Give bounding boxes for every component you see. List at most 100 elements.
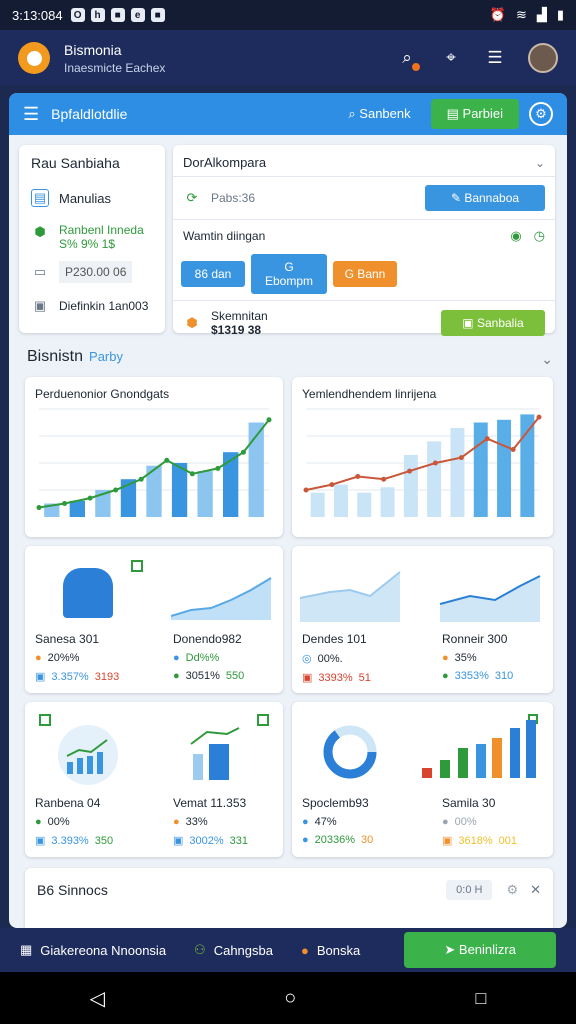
row-value: $1319 38 (211, 323, 262, 337)
dot-icon: ● (442, 670, 449, 682)
gear-icon[interactable]: ⚙ (506, 882, 518, 898)
list-item[interactable]: ⬢ Ranbenl Inneda S% 9% 1$ (31, 223, 153, 251)
system-nav: ◁ ○ □ (0, 972, 576, 1024)
chart-bar (171, 463, 188, 517)
kpi-value: 20336% (314, 834, 356, 846)
back-icon[interactable]: ◁ (90, 986, 105, 1011)
kpi-name: Dendes 101 (302, 632, 367, 646)
chart-bar (403, 454, 418, 517)
chart-card: Yemlendhendem linrijena (292, 377, 553, 537)
filter-button-label: 0:0 (456, 884, 472, 896)
location-icon[interactable]: ⌖ (440, 47, 462, 69)
search-button[interactable]: ⌕ Sanbenk (348, 106, 410, 122)
leaf-icon: ● (173, 670, 180, 682)
chart-point (381, 476, 387, 482)
list-item[interactable]: ▤ Manulias (31, 189, 153, 207)
refresh-icon: ⟳ (186, 190, 198, 205)
wifi-icon: ≋ (515, 7, 527, 22)
chart-bar (333, 484, 348, 517)
flag-icon (39, 714, 51, 726)
dot-icon: ● (35, 816, 42, 828)
recents-icon[interactable]: □ (475, 988, 486, 1009)
kpi-value: 3.393% (51, 834, 89, 847)
kpi-percent: Dd%% (185, 652, 220, 664)
kpi-value: 3051% (185, 670, 220, 682)
close-icon[interactable]: ✕ (530, 882, 541, 898)
document-icon: ▤ (31, 189, 49, 207)
bar-thumb (422, 720, 536, 778)
cta-button[interactable]: ➤ Beninlizra (404, 932, 556, 968)
dot-icon: ● (302, 834, 309, 846)
chip-button[interactable]: 86 dan (181, 261, 245, 287)
avatar[interactable] (528, 43, 558, 73)
kpi-card[interactable]: Dendes 101 ◎ 00%. ▣ 3393% 51 Ronneir 300 ● 3… (292, 546, 553, 693)
gauge-thumb (58, 725, 118, 785)
search-icon[interactable]: ⌕ (396, 47, 420, 71)
chart-point (87, 495, 93, 501)
confirm-button-label: Sanbalia (476, 316, 524, 330)
kpi-amount: 30 (361, 834, 374, 846)
confirm-button[interactable]: ▣ Sanbalia (441, 310, 545, 336)
chart-point (215, 465, 221, 471)
kpi-percent: 20%% (47, 652, 80, 664)
kpi-name: Ranbena 04 (35, 796, 101, 810)
chart-bar (223, 452, 239, 517)
kpi-percent: 33% (185, 816, 208, 828)
dot-icon: ● (35, 652, 42, 664)
nav-item[interactable]: ● Bonska (301, 943, 360, 958)
dot-icon: ● (173, 816, 180, 828)
home-icon[interactable]: ○ (284, 987, 296, 1010)
kpi-card[interactable]: Spoclemb93 ● 47% ● 20336% 30 Samila 30 ● 00%… (292, 702, 553, 857)
bottom-nav: ▦ Giakereona Nnoonsia ⚇ Cahngsba ● Bonska ➤… (0, 928, 576, 972)
list-item-label: Ranbenl Inneda (59, 223, 144, 237)
list-item[interactable]: ▣ Diefinkin 1an003 (31, 297, 153, 315)
action-button-label: Bannaboa (464, 191, 520, 205)
chart-point (266, 417, 272, 423)
chevron-icon[interactable]: ⌄ (535, 156, 545, 170)
list-item[interactable]: ▭ P230.00 06 (31, 261, 153, 283)
menu-icon[interactable]: ☰ (484, 47, 506, 69)
nav-item[interactable]: ▦ Giakereona Nnoonsia (20, 942, 166, 958)
kpi-card[interactable]: Ranbena 04 ● 00% ▣ 3.393% 350 Vemat 11.353 … (25, 702, 283, 857)
section-tag: Parby (89, 349, 123, 364)
chart-point (536, 414, 542, 420)
area-thumb (300, 571, 401, 622)
kpi-amount: 331 (229, 834, 249, 847)
primary-button[interactable]: ▤ Parbiei (430, 99, 519, 129)
chart-bar (69, 500, 85, 517)
kpi-amount: 310 (494, 670, 514, 682)
chart-bar (357, 492, 372, 517)
chart-point (510, 447, 516, 452)
chart-point (164, 457, 170, 463)
kpi-card[interactable]: Sanesa 301 ● 20%% ▣ 3.357% 3193 Donendo982 … (25, 546, 283, 693)
kpi-value: 3393% (318, 671, 353, 684)
cta-button-label: Beninlizra (458, 942, 516, 957)
nav-item[interactable]: ⚇ Cahngsba (194, 942, 273, 958)
settings-icon[interactable]: ⚙ (529, 102, 553, 126)
chart-icon: ▣ (173, 835, 184, 847)
chip-button[interactable]: G Ebompm (251, 254, 327, 294)
shield-icon: ⬢ (34, 224, 46, 239)
kpi-name: Samila 30 (442, 796, 496, 810)
chevron-down-icon[interactable]: ⌄ (541, 351, 553, 368)
list-item-label: Manulias (59, 190, 112, 206)
action-button[interactable]: ✎ Bannaboa (425, 185, 545, 211)
chart-point (36, 505, 42, 511)
donut-thumb (323, 725, 377, 779)
row-label: Skemnitan (211, 309, 268, 323)
filter-button[interactable]: 0:0 H (446, 880, 493, 900)
chart-icon: ▣ (35, 835, 46, 847)
combo-chart (303, 408, 542, 517)
chart-point (113, 487, 119, 493)
chart-point (484, 436, 490, 442)
hamburger-icon[interactable]: ☰ (23, 104, 39, 125)
flag-icon: ▣ (302, 672, 313, 684)
kpi-name: Spoclemb93 (302, 796, 369, 810)
kpi-name: Ronneir 300 (442, 632, 508, 646)
flag-icon (257, 714, 269, 726)
chip-button[interactable]: G Bann (333, 261, 397, 287)
kpi-value: 3618% (458, 834, 493, 847)
people-icon: ⚇ (194, 942, 206, 957)
coin-icon: ⬢ (186, 315, 198, 330)
chart-bar (497, 419, 512, 517)
